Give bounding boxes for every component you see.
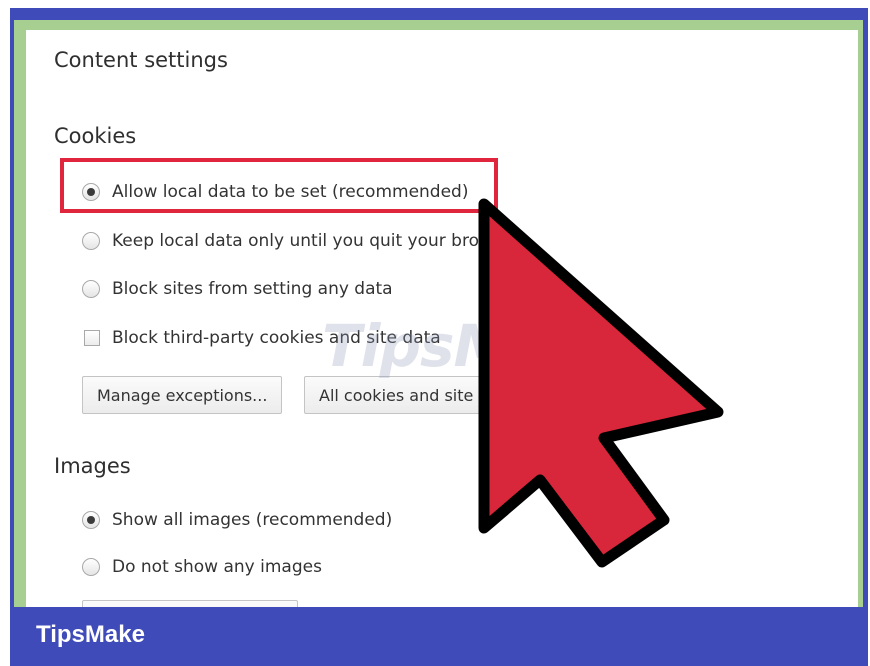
radio-button[interactable] <box>82 232 100 250</box>
cookie-option-block[interactable]: Block sites from setting any data <box>82 276 393 302</box>
radio-button-checked[interactable] <box>82 511 100 529</box>
radio-button[interactable] <box>82 558 100 576</box>
cookie-option-label: Block sites from setting any data <box>112 279 393 299</box>
highlight-box <box>60 158 498 213</box>
footer-bar: TipsMake <box>10 607 868 666</box>
image-option-label: Do not show any images <box>112 557 322 577</box>
cookie-option-label: Keep local data only until you quit your… <box>112 231 479 251</box>
radio-button[interactable] <box>82 280 100 298</box>
cookies-heading: Cookies <box>54 124 137 148</box>
images-heading: Images <box>54 454 131 478</box>
cookie-option-keep-until-quit[interactable]: Keep local data only until you quit your… <box>82 228 479 254</box>
watermark-suffix: .com <box>622 351 658 370</box>
checkbox[interactable] <box>84 330 100 346</box>
all-cookies-button[interactable]: All cookies and site <box>304 376 564 414</box>
image-option-label: Show all images (recommended) <box>112 510 393 530</box>
content-settings-panel: Content settings Cookies Allow local dat… <box>26 30 858 608</box>
page-title: Content settings <box>54 48 228 72</box>
watermark: TipsMake.com <box>322 312 658 380</box>
image-option-show-all[interactable]: Show all images (recommended) <box>82 507 392 533</box>
watermark-text: TipsMake <box>322 312 623 380</box>
brand-logo: TipsMake <box>36 621 145 648</box>
manage-exceptions-button[interactable]: Manage exceptions... <box>82 376 283 414</box>
image-option-do-not-show[interactable]: Do not show any images <box>82 554 322 580</box>
